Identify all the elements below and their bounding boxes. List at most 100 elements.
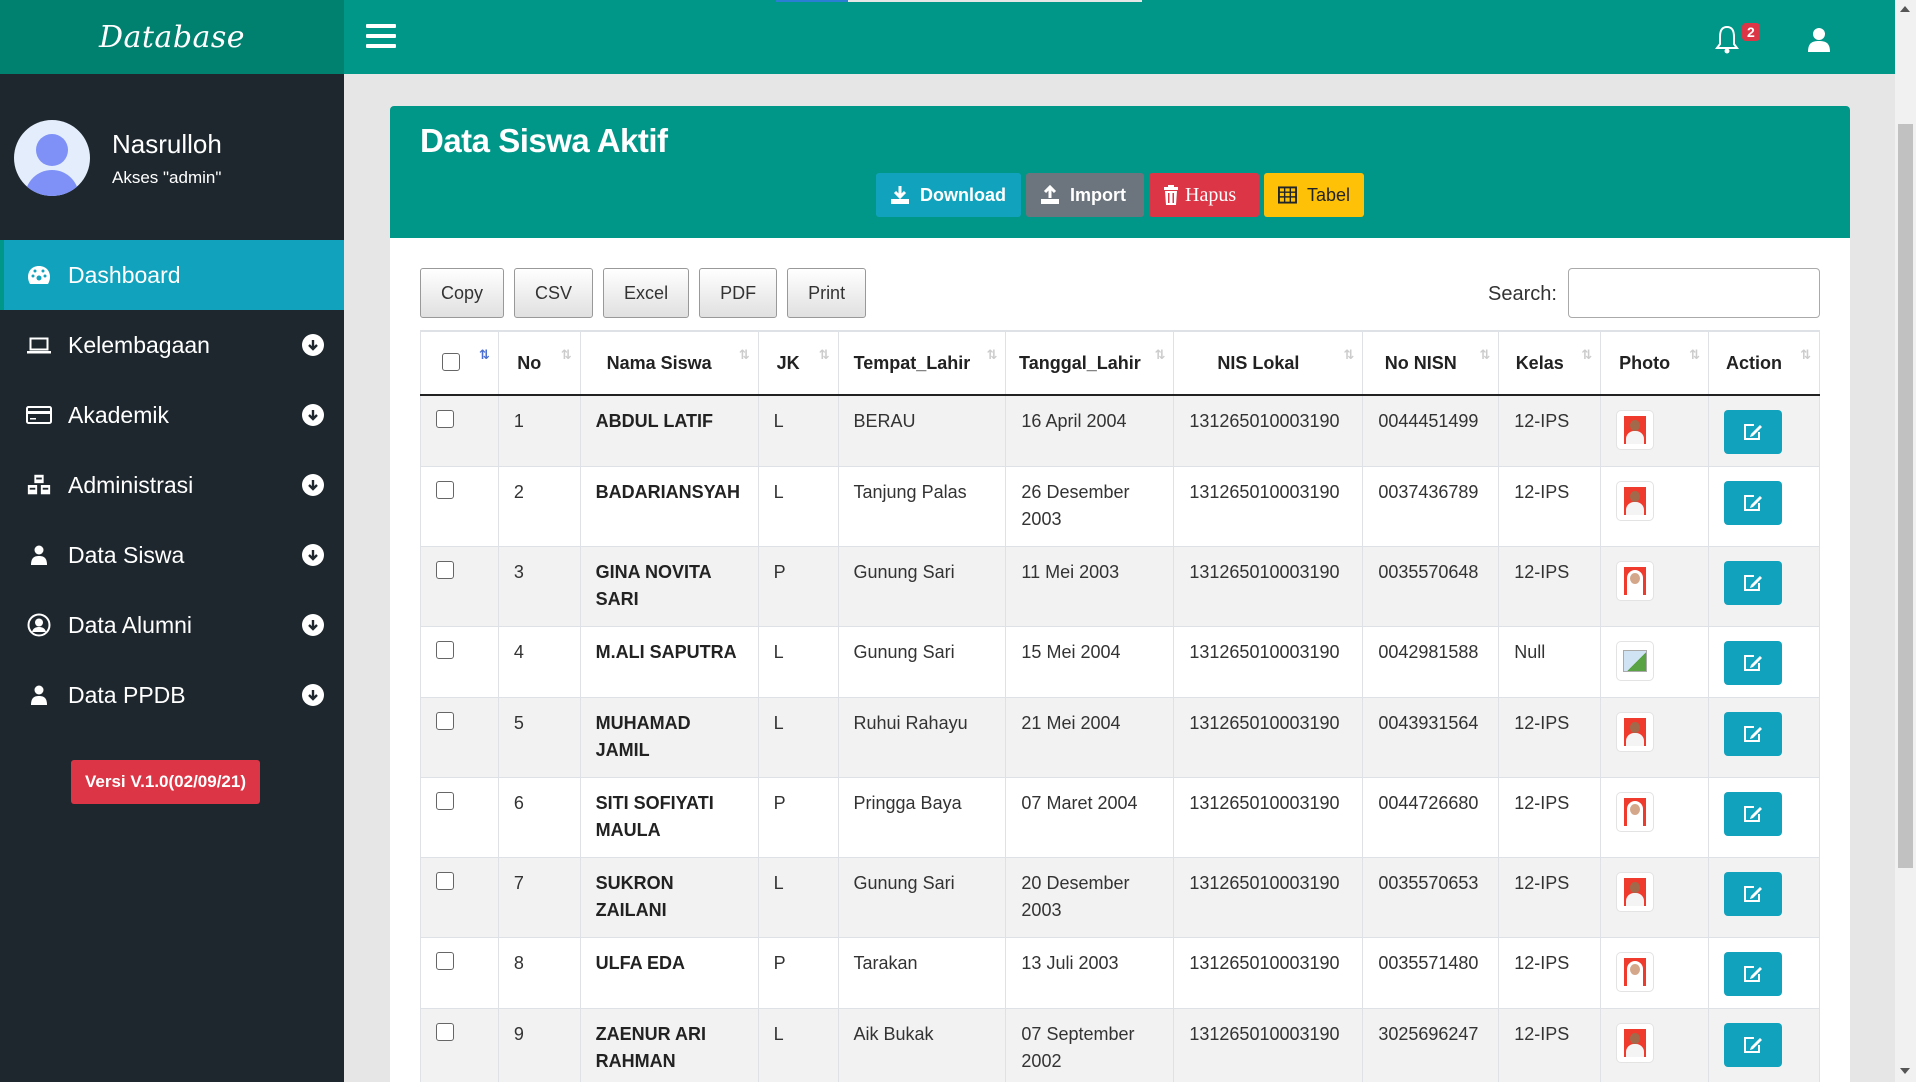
- csv-button[interactable]: CSV: [514, 268, 594, 318]
- pdf-button[interactable]: PDF: [699, 268, 778, 318]
- table-row: 4 M.ALI SAPUTRA L Gunung Sari 15 Mei 2004 131…: [420, 626, 1820, 698]
- sidebar-item-data-siswa[interactable]: Data Siswa: [0, 520, 344, 590]
- student-photo-image: [1624, 958, 1647, 986]
- edit-button[interactable]: [1724, 481, 1783, 525]
- user-icon: [26, 542, 52, 568]
- student-photo[interactable]: [1616, 561, 1655, 601]
- student-photo[interactable]: [1616, 792, 1655, 832]
- select-all-header[interactable]: ⇅: [420, 330, 499, 396]
- page-title: Data Siswa Aktif: [420, 122, 668, 159]
- table-button[interactable]: Tabel: [1264, 173, 1364, 217]
- sidebar-item-data-alumni[interactable]: Data Alumni: [0, 590, 344, 660]
- scroll-down-arrow-icon[interactable]: [1900, 1068, 1910, 1074]
- action-cell: [1708, 777, 1820, 858]
- action-cell: [1708, 546, 1820, 627]
- row-select-cell: [420, 626, 499, 698]
- edit-button[interactable]: [1724, 712, 1783, 756]
- photo-cell: [1600, 466, 1710, 547]
- student-photo[interactable]: [1616, 481, 1655, 521]
- import-button[interactable]: Import: [1026, 173, 1144, 217]
- class: 12-IPS: [1498, 394, 1602, 467]
- student-photo[interactable]: [1616, 712, 1655, 752]
- brand-logo[interactable]: Database: [0, 0, 344, 74]
- sidebar-item-akademik[interactable]: Akademik: [0, 380, 344, 450]
- version-badge[interactable]: Versi V.1.0(02/09/21): [71, 760, 261, 804]
- edit-button[interactable]: [1724, 561, 1783, 605]
- edit-button[interactable]: [1724, 1023, 1783, 1067]
- page-scrollbar[interactable]: [1895, 0, 1916, 1082]
- chevron-down-circle-icon[interactable]: [302, 404, 324, 426]
- birth-place: Ruhui Rahayu: [837, 697, 1007, 778]
- row-checkbox[interactable]: [436, 641, 454, 659]
- download-button[interactable]: Download: [876, 173, 1021, 217]
- sort-asc-icon[interactable]: ⇅: [479, 348, 490, 361]
- menu-toggle-icon[interactable]: [366, 24, 396, 48]
- birth-date: 07 Maret 2004: [1005, 777, 1175, 858]
- column-header-nama-siswa[interactable]: Nama Siswa ⇅: [579, 330, 759, 396]
- edit-button[interactable]: [1724, 872, 1783, 916]
- action-cell: [1708, 466, 1820, 547]
- bell-icon[interactable]: [1712, 24, 1742, 54]
- edit-button[interactable]: [1724, 641, 1783, 685]
- excel-button[interactable]: Excel: [603, 268, 690, 318]
- row-number: 8: [497, 937, 581, 1009]
- sort-icon: ⇅: [1154, 347, 1166, 362]
- chevron-down-circle-icon[interactable]: [302, 684, 324, 706]
- column-header-nis-lokal[interactable]: NIS Lokal ⇅: [1173, 330, 1364, 396]
- chevron-down-circle-icon[interactable]: [302, 334, 324, 356]
- column-header-no[interactable]: No ⇅: [497, 330, 581, 396]
- student-photo[interactable]: [1616, 410, 1655, 450]
- print-button[interactable]: Print: [787, 268, 867, 318]
- nis-lokal: 131265010003190: [1173, 777, 1364, 858]
- row-checkbox[interactable]: [436, 561, 454, 579]
- student-photo[interactable]: [1616, 641, 1655, 681]
- table-row: 1 ABDUL LATIF L BERAU 16 April 2004 131265010…: [420, 394, 1820, 467]
- column-header-tempat-lahir[interactable]: Tempat_Lahir ⇅: [837, 330, 1007, 396]
- birth-place: Gunung Sari: [837, 626, 1007, 698]
- student-photo[interactable]: [1616, 1023, 1655, 1063]
- row-checkbox[interactable]: [436, 712, 454, 730]
- row-checkbox[interactable]: [436, 1023, 454, 1041]
- row-checkbox[interactable]: [436, 410, 454, 428]
- edit-button[interactable]: [1724, 410, 1783, 454]
- row-checkbox[interactable]: [436, 872, 454, 890]
- student-table: ⇅ No ⇅ Nama Siswa ⇅ JK ⇅ Tempat_Lahir ⇅ Tang…: [420, 330, 1820, 1082]
- table-row: 5 MUHAMAD JAMIL L Ruhui Rahayu 21 Mei 2004 13…: [420, 697, 1820, 778]
- row-checkbox[interactable]: [436, 481, 454, 499]
- column-header-kelas[interactable]: Kelas ⇅: [1498, 330, 1602, 396]
- row-checkbox[interactable]: [436, 952, 454, 970]
- copy-button[interactable]: Copy: [420, 268, 505, 318]
- search-input[interactable]: [1568, 268, 1820, 318]
- student-photo[interactable]: [1616, 952, 1655, 992]
- column-header-photo[interactable]: Photo ⇅: [1600, 330, 1710, 396]
- scroll-up-arrow-icon[interactable]: [1900, 6, 1910, 12]
- sidebar-item-administrasi[interactable]: Administrasi: [0, 450, 344, 520]
- scrollbar-thumb[interactable]: [1898, 124, 1913, 868]
- edit-button[interactable]: [1724, 952, 1783, 996]
- row-checkbox[interactable]: [436, 792, 454, 810]
- student-photo[interactable]: [1616, 872, 1655, 912]
- student-photo-image: [1624, 567, 1647, 595]
- photo-cell: [1600, 626, 1710, 698]
- sidebar-item-dashboard[interactable]: Dashboard: [0, 240, 344, 310]
- table-row: 2 BADARIANSYAH L Tanjung Palas 26 Desember 2…: [420, 466, 1820, 547]
- edit-button[interactable]: [1724, 792, 1783, 836]
- chevron-down-circle-icon[interactable]: [302, 544, 324, 566]
- action-cell: [1708, 937, 1820, 1009]
- photo-cell: [1600, 394, 1710, 467]
- select-all-checkbox[interactable]: [442, 352, 461, 371]
- sort-icon: ⇅: [986, 347, 998, 362]
- column-header-jk[interactable]: JK ⇅: [757, 330, 839, 396]
- delete-button[interactable]: Hapus: [1149, 173, 1259, 217]
- chevron-down-circle-icon[interactable]: [302, 474, 324, 496]
- import-label: Import: [1070, 184, 1126, 205]
- nisn: 3025696247: [1362, 1008, 1500, 1082]
- column-header-tanggal-lahir[interactable]: Tanggal_Lahir ⇅: [1005, 330, 1175, 396]
- sidebar-item-kelembagaan[interactable]: Kelembagaan: [0, 310, 344, 380]
- sidebar-item-data-ppdb[interactable]: Data PPDB: [0, 660, 344, 730]
- chevron-down-circle-icon[interactable]: [302, 614, 324, 636]
- user-menu-icon[interactable]: [1806, 26, 1832, 52]
- search-label: Search:: [1488, 283, 1557, 305]
- column-header-action[interactable]: Action ⇅: [1708, 330, 1820, 396]
- column-header-no-nisn[interactable]: No NISN ⇅: [1362, 330, 1500, 396]
